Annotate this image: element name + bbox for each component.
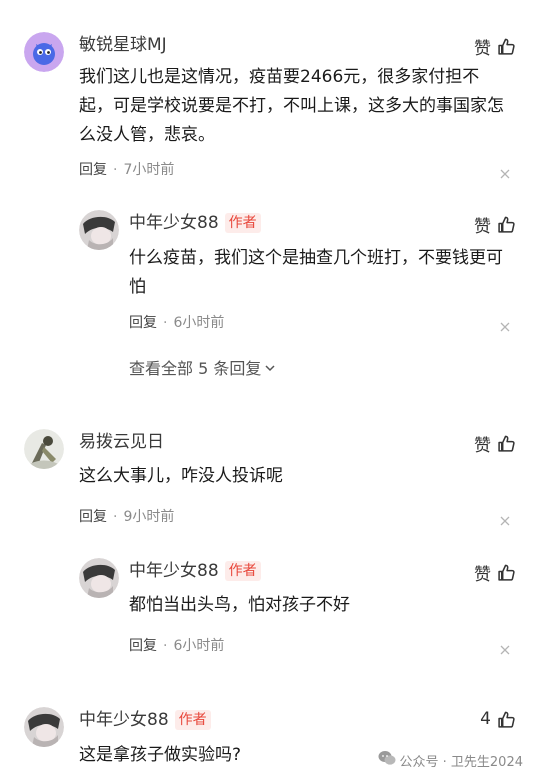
comment-text: 我们这儿也是这情况，疫苗要2466元，很多家付担不 起，可是学校说要是不打，不叫… — [79, 63, 519, 150]
username[interactable]: 中年少女88 作者 — [129, 212, 261, 234]
chevron-down-icon — [264, 358, 276, 377]
author-badge: 作者 — [224, 213, 261, 233]
wechat-icon — [378, 750, 396, 770]
like-label: 赞 — [474, 436, 491, 456]
avatar[interactable] — [24, 32, 64, 72]
comment-text-line: 起，可是学校说要是不打，不叫上课，这多大的事国家怎 — [79, 96, 504, 116]
avatar[interactable] — [79, 210, 119, 250]
separator: · — [163, 315, 168, 331]
reply-button[interactable]: 回复 — [129, 315, 157, 331]
avatar[interactable] — [24, 429, 64, 469]
close-icon[interactable] — [499, 512, 511, 526]
timestamp: 6小时前 — [173, 638, 225, 654]
timestamp: 6小时前 — [173, 315, 225, 331]
separator: · — [163, 638, 168, 654]
close-icon[interactable] — [499, 641, 511, 655]
comment-text-line: 这么大事儿，咋没人投诉呢 — [79, 466, 283, 486]
username[interactable]: 敏锐星球MJ — [79, 34, 167, 56]
watermark: 公众号 · 卫先生2024 — [378, 750, 523, 770]
view-all-replies-link[interactable]: 查看全部 5 条回复 — [129, 355, 276, 379]
comment-text-line: 这是拿孩子做实验吗? — [79, 745, 242, 765]
thumbs-up-icon — [497, 563, 516, 582]
reply-button[interactable]: 回复 — [79, 509, 107, 525]
thumbs-up-icon — [497, 710, 516, 729]
author-badge: 作者 — [224, 561, 261, 581]
like-button[interactable]: 赞 — [474, 212, 516, 237]
like-button[interactable]: 4 — [480, 709, 516, 729]
separator: · — [113, 509, 118, 525]
thumbs-up-icon — [497, 434, 516, 453]
comment-text: 这么大事儿，咋没人投诉呢 — [79, 462, 519, 491]
author-badge: 作者 — [174, 710, 211, 730]
reply-button[interactable]: 回复 — [79, 162, 107, 178]
reply-text-line: 都怕当出头鸟，怕对孩子不好 — [129, 595, 350, 615]
view-all-replies-label: 查看全部 5 条回复 — [129, 359, 262, 378]
username[interactable]: 易拨云见日 — [79, 431, 164, 453]
like-count: 4 — [480, 709, 491, 729]
watermark-text: 公众号 · 卫先生2024 — [399, 754, 523, 770]
avatar[interactable] — [79, 558, 119, 598]
reply-text-line: 什么疫苗，我们这个是抽查几个班打，不要钱更可 — [129, 248, 503, 268]
thumbs-up-icon — [497, 215, 516, 234]
reply-meta: 回复 · 6小时前 — [129, 312, 224, 332]
reply-button[interactable]: 回复 — [129, 638, 157, 654]
reply-text-line: 怕 — [129, 277, 146, 297]
reply-text: 什么疫苗，我们这个是抽查几个班打，不要钱更可 怕 — [129, 244, 524, 302]
like-button[interactable]: 赞 — [474, 560, 516, 585]
reply-username: 中年少女88 — [129, 213, 219, 233]
avatar[interactable] — [24, 707, 64, 747]
like-label: 赞 — [474, 565, 491, 585]
comment-text: 这是拿孩子做实验吗? — [79, 741, 349, 770]
close-icon[interactable] — [499, 318, 511, 332]
username[interactable]: 中年少女88 作者 — [79, 709, 211, 731]
close-icon[interactable] — [499, 165, 511, 179]
like-label: 赞 — [474, 217, 491, 237]
reply-username: 中年少女88 — [129, 561, 219, 581]
comment-meta: 回复 · 7小时前 — [79, 159, 174, 179]
comment-username: 中年少女88 — [79, 710, 169, 730]
thumbs-up-icon — [497, 37, 516, 56]
timestamp: 9小时前 — [123, 509, 175, 525]
reply-text: 都怕当出头鸟，怕对孩子不好 — [129, 591, 524, 620]
username[interactable]: 中年少女88 作者 — [129, 560, 261, 582]
timestamp: 7小时前 — [123, 162, 175, 178]
separator: · — [113, 162, 118, 178]
like-label: 赞 — [474, 39, 491, 59]
comment-text-line: 么没人管，悲哀。 — [79, 125, 215, 145]
like-button[interactable]: 赞 — [474, 34, 516, 59]
reply-meta: 回复 · 6小时前 — [129, 635, 224, 655]
comment-meta: 回复 · 9小时前 — [79, 506, 174, 526]
comment-text-line: 我们这儿也是这情况，疫苗要2466元，很多家付担不 — [79, 67, 480, 87]
like-button[interactable]: 赞 — [474, 431, 516, 456]
